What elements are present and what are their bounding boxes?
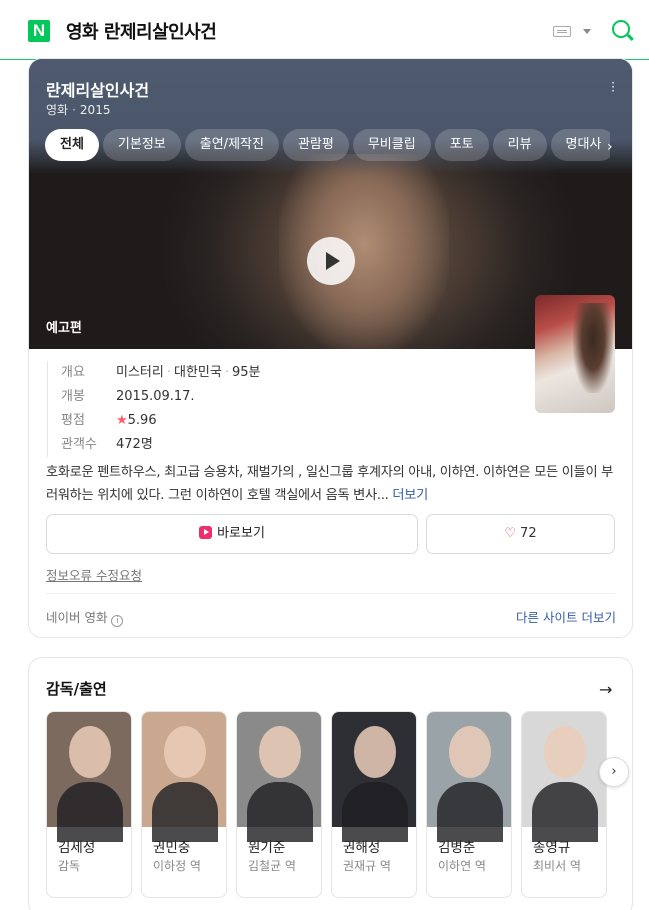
carousel-next-button[interactable]: › [599,757,629,787]
rating-value[interactable]: 5.96 [128,413,157,428]
search-icon[interactable] [612,20,630,38]
tab-all[interactable]: 전체 [45,129,99,161]
audience-count: 472명 [116,437,153,452]
person-role: 권재규 역 [343,859,391,873]
search-header: N 영화 란제리살인사건 [0,0,649,60]
movie-poster[interactable] [535,295,615,413]
trailer-thumbnail [279,154,449,354]
report-error-link[interactable]: 정보오류 수정요청 [46,565,142,584]
country-link[interactable]: 대한민국 [174,365,222,380]
cast-item[interactable]: 송영규 최비서 역 [521,711,607,898]
person-photo [332,712,416,842]
person-name: 권해성 [343,840,381,856]
release-date: 2015.09.17. [116,389,195,404]
arrow-right-icon[interactable]: → [599,680,612,699]
person-name: 김세성 [58,840,96,856]
synopsis-text: 호화로운 펜트하우스, 최고급 승용차, 재벌가의 , 일신그룹 후계자의 아내… [46,465,614,503]
star-icon: ★ [116,413,128,428]
person-name: 김병춘 [438,840,476,856]
synopsis: 호화로운 펜트하우스, 최고급 승용차, 재벌가의 , 일신그룹 후계자의 아내… [46,461,618,507]
person-photo [47,712,131,842]
movie-tabs: 전체 기본정보 출연/제작진 관람평 무비클립 포토 리뷰 명대사 [45,129,610,163]
cast-item[interactable]: 원기준 김철균 역 [236,711,322,898]
movie-year: 2015 [79,103,111,117]
person-role: 감독 [58,859,81,873]
person-photo [427,712,511,842]
person-name: 송영규 [533,840,571,856]
more-options-icon[interactable]: · · · [609,77,617,97]
info-icon[interactable]: i [111,615,124,627]
play-icon[interactable] [307,237,355,285]
person-role: 김철균 역 [248,859,296,873]
tab-reviews[interactable]: 관람평 [282,129,349,161]
tab-movie-clips[interactable]: 무비클립 [352,129,431,161]
person-photo [237,712,321,842]
tab-cast-crew[interactable]: 출연/제작진 [184,129,279,161]
naver-logo[interactable]: N [28,20,50,42]
movie-card: 란제리살인사건 영화 · 2015 · · · 전체 기본정보 출연/제작진 관람평 무비클립 포… [28,58,633,638]
genre-link[interactable]: 미스터리 [116,365,164,380]
movie-title[interactable]: 란제리살인사건 [46,77,149,101]
search-query[interactable]: 영화 란제리살인사건 [66,18,217,44]
cast-item[interactable]: 권민중 이하정 역 [141,711,227,898]
chevron-right-icon[interactable]: › [607,139,613,155]
heart-icon: ♡ [504,526,517,541]
tab-photos[interactable]: 포토 [434,129,489,161]
other-sites-link[interactable]: 다른 사이트 더보기 [516,607,616,626]
synopsis-more-link[interactable]: 더보기 [392,488,428,503]
tab-basic-info[interactable]: 기본정보 [102,129,181,161]
person-photo [522,712,606,842]
runtime: 95분 [231,365,261,380]
like-count: 72 [520,526,537,541]
cast-list: 김세성 감독 권민중 이하정 역 원기준 김철균 역 권해성 권재규 역 김병춘… [46,711,616,901]
watch-now-label: 바로보기 [217,526,265,541]
cast-item[interactable]: 권해성 권재규 역 [331,711,417,898]
movie-facts: 개요 미스터리 · 대한민국 · 95분 개봉 2015.09.17. 평점 ★5.96 관객… [47,361,260,457]
fact-release: 개봉 2015.09.17. [61,389,195,404]
tab-review-posts[interactable]: 리뷰 [492,129,547,161]
source-label: 네이버 영화 i [46,607,124,627]
play-icon [199,526,213,539]
cast-card: 감독/출연 → 김세성 감독 권민중 이하정 역 원기준 김철균 역 권해성 권… [28,657,633,910]
keyboard-icon[interactable] [553,26,571,37]
cast-section-title[interactable]: 감독/출연 [46,678,107,699]
person-name: 원기준 [248,840,286,856]
chevron-down-icon[interactable] [583,29,591,34]
divider [46,593,615,594]
like-button[interactable]: ♡ 72 [426,514,615,554]
movie-meta: 영화 · 2015 [46,103,111,117]
fact-overview: 개요 미스터리 · 대한민국 · 95분 [61,365,261,380]
movie-category: 영화 [46,103,69,117]
person-role: 최비서 역 [533,859,581,873]
person-name: 권민중 [153,840,191,856]
person-photo [142,712,226,842]
cast-item[interactable]: 김병춘 이하연 역 [426,711,512,898]
fact-rating: 평점 ★5.96 [61,413,157,428]
tab-quotes[interactable]: 명대사 [550,129,610,161]
person-role: 이하정 역 [153,859,201,873]
trailer-label: 예고편 [46,321,82,336]
person-role: 이하연 역 [438,859,486,873]
fact-audience: 관객수 472명 [61,437,153,452]
watch-now-button[interactable]: 바로보기 [46,514,418,554]
cast-item[interactable]: 김세성 감독 [46,711,132,898]
